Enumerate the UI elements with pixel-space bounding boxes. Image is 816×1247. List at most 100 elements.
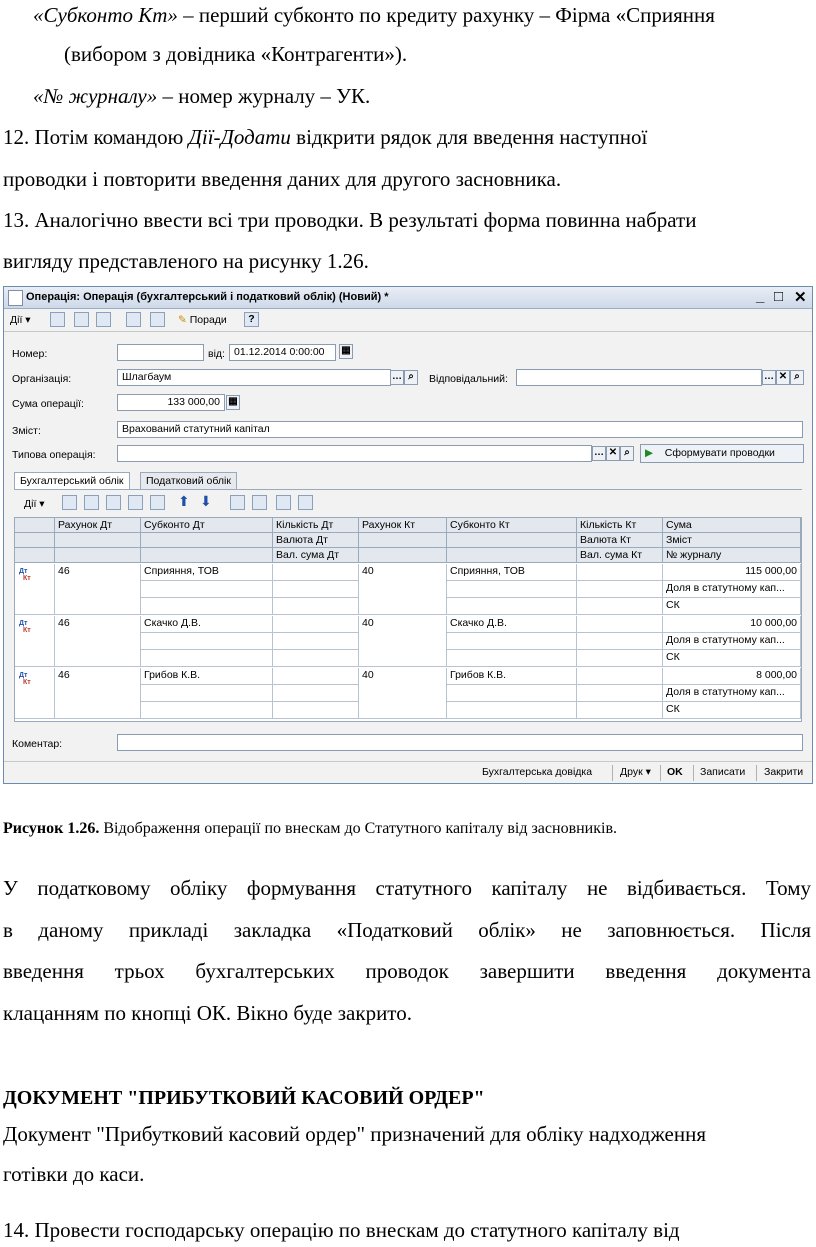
grid-header-cell[interactable] bbox=[359, 533, 447, 548]
table-cell[interactable] bbox=[273, 598, 359, 615]
end-edit-icon[interactable] bbox=[150, 495, 165, 510]
select-icon[interactable]: … bbox=[390, 370, 404, 385]
table-cell[interactable] bbox=[447, 650, 577, 667]
table-cell[interactable] bbox=[359, 650, 447, 667]
print-menu[interactable]: Друк ▾ bbox=[620, 766, 651, 778]
maximize-button[interactable]: □ bbox=[774, 288, 783, 305]
ok-button[interactable]: OK bbox=[667, 766, 683, 778]
table-cell[interactable] bbox=[273, 633, 359, 650]
grid-header-cell[interactable] bbox=[447, 533, 577, 548]
grid-header-cell[interactable] bbox=[141, 548, 273, 563]
clear-icon[interactable]: ✕ bbox=[606, 446, 620, 461]
table-cell[interactable]: 46 bbox=[55, 564, 141, 581]
table-cell[interactable]: Доля в статутному кап... bbox=[663, 633, 801, 650]
comment-field[interactable] bbox=[117, 734, 803, 751]
grid-header-cell[interactable]: Вал. сума Дт bbox=[273, 548, 359, 563]
table-cell[interactable]: Скачко Д.В. bbox=[447, 616, 577, 633]
table-cell[interactable]: Сприяння, ТОВ bbox=[141, 564, 273, 581]
grid-header-cell[interactable]: Рахунок Дт bbox=[55, 518, 141, 533]
grid-header-cell[interactable]: Зміст bbox=[663, 533, 801, 548]
table-cell[interactable] bbox=[577, 668, 663, 685]
move-up-icon[interactable]: ⬆ bbox=[178, 493, 190, 510]
number-field[interactable] bbox=[117, 344, 204, 361]
grid-actions-menu[interactable]: Дії ▾ bbox=[24, 498, 45, 510]
table-cell[interactable]: 40 bbox=[359, 668, 447, 685]
grid-header-cell[interactable] bbox=[55, 533, 141, 548]
table-cell[interactable] bbox=[55, 685, 141, 702]
table-cell[interactable] bbox=[577, 685, 663, 702]
unpost-icon[interactable] bbox=[74, 312, 89, 327]
grid-header-cell[interactable]: Кількість Дт bbox=[273, 518, 359, 533]
table-cell[interactable] bbox=[359, 581, 447, 598]
copy-row-icon[interactable] bbox=[84, 495, 99, 510]
table-cell[interactable]: СК bbox=[663, 702, 801, 719]
table-cell[interactable] bbox=[273, 581, 359, 598]
delete-row-icon[interactable] bbox=[128, 495, 143, 510]
table-cell[interactable] bbox=[55, 598, 141, 615]
minimize-button[interactable]: _ bbox=[756, 288, 764, 305]
table-cell[interactable]: Грибов К.В. bbox=[447, 668, 577, 685]
refresh-icon[interactable] bbox=[96, 312, 111, 327]
table-cell[interactable] bbox=[141, 650, 273, 667]
table-cell[interactable] bbox=[577, 633, 663, 650]
grid-header-cell[interactable]: Валюта Кт bbox=[577, 533, 663, 548]
table-cell[interactable]: 40 bbox=[359, 564, 447, 581]
search-icon[interactable]: ⌕ bbox=[404, 370, 418, 385]
table-cell[interactable] bbox=[273, 685, 359, 702]
grid-header-cell[interactable]: № журналу bbox=[663, 548, 801, 563]
table-cell[interactable] bbox=[447, 702, 577, 719]
table-cell[interactable]: Доля в статутному кап... bbox=[663, 581, 801, 598]
table-cell[interactable]: 46 bbox=[55, 616, 141, 633]
search-icon[interactable]: ⌕ bbox=[790, 370, 804, 385]
table-cell[interactable] bbox=[55, 702, 141, 719]
accounting-reference-link[interactable]: Бухгалтерська довідка bbox=[482, 766, 592, 778]
table-cell[interactable] bbox=[577, 598, 663, 615]
select-icon[interactable]: … bbox=[592, 446, 606, 461]
grid-header-cell[interactable] bbox=[447, 548, 577, 563]
filter-icon[interactable] bbox=[276, 495, 291, 510]
table-cell[interactable]: 115 000,00 bbox=[663, 564, 801, 581]
table-cell[interactable]: Скачко Д.В. bbox=[141, 616, 273, 633]
save-button[interactable]: Записати bbox=[700, 766, 745, 778]
table-cell[interactable] bbox=[273, 564, 359, 581]
help-icon[interactable]: ? bbox=[244, 312, 259, 327]
preview-icon[interactable] bbox=[126, 312, 141, 327]
table-cell[interactable] bbox=[447, 685, 577, 702]
table-cell[interactable]: 10 000,00 bbox=[663, 616, 801, 633]
table-cell[interactable] bbox=[577, 702, 663, 719]
grid-header-cell[interactable]: Субконто Кт bbox=[447, 518, 577, 533]
grid-header-cell[interactable]: Валюта Дт bbox=[273, 533, 359, 548]
post-icon[interactable] bbox=[50, 312, 65, 327]
table-cell[interactable] bbox=[447, 633, 577, 650]
table-cell[interactable] bbox=[55, 650, 141, 667]
table-cell[interactable]: Грибов К.В. bbox=[141, 668, 273, 685]
table-cell[interactable] bbox=[447, 581, 577, 598]
grid-header-cell[interactable]: Кількість Кт bbox=[577, 518, 663, 533]
grid-header-cell[interactable]: Рахунок Кт bbox=[359, 518, 447, 533]
link-icon[interactable] bbox=[252, 495, 267, 510]
grid-header-cell[interactable] bbox=[15, 533, 55, 548]
clear-icon[interactable]: ✕ bbox=[776, 370, 790, 385]
structure-icon[interactable] bbox=[150, 312, 165, 327]
search-icon[interactable]: ⌕ bbox=[620, 446, 634, 461]
generate-entries-button[interactable]: ▶ Сформувати проводки bbox=[640, 444, 804, 463]
grid-header-cell[interactable] bbox=[15, 548, 55, 563]
table-cell[interactable] bbox=[359, 702, 447, 719]
grid-header-cell[interactable] bbox=[141, 533, 273, 548]
content-field[interactable]: Врахований статутний капітал bbox=[117, 421, 803, 438]
edit-row-icon[interactable] bbox=[106, 495, 121, 510]
close-button[interactable]: Закрити bbox=[764, 766, 803, 778]
table-cell[interactable] bbox=[273, 668, 359, 685]
tab-tax[interactable]: Податковий облік bbox=[140, 472, 237, 489]
add-row-icon[interactable] bbox=[62, 495, 77, 510]
table-cell[interactable] bbox=[141, 633, 273, 650]
close-window-button[interactable]: ✕ bbox=[794, 288, 807, 306]
table-cell[interactable] bbox=[577, 581, 663, 598]
table-cell[interactable] bbox=[273, 616, 359, 633]
table-cell[interactable] bbox=[359, 633, 447, 650]
org-field[interactable]: Шлагбаум bbox=[117, 369, 391, 386]
grid-header-cell[interactable]: Сума bbox=[663, 518, 801, 533]
table-cell[interactable] bbox=[55, 633, 141, 650]
table-cell[interactable]: Доля в статутному кап... bbox=[663, 685, 801, 702]
grid-header-cell[interactable] bbox=[15, 518, 55, 533]
